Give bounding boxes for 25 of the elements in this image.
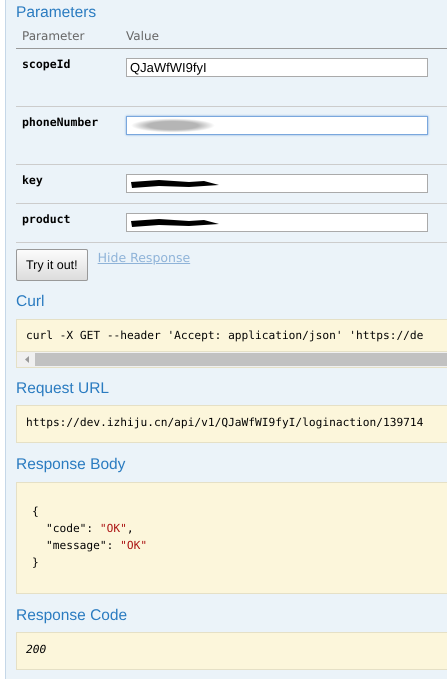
code-line: } <box>32 554 40 571</box>
scroll-left-icon <box>25 356 30 363</box>
parameter-name: product <box>22 210 72 228</box>
input-field[interactable] <box>126 212 428 232</box>
input-field[interactable]: QJaWfWI9fyI <box>126 58 428 77</box>
try-button[interactable]: Try it out! <box>16 248 88 282</box>
section-heading: Response Body <box>16 456 126 475</box>
section-heading: Response Code <box>16 606 128 626</box>
column-header: Value <box>126 28 159 45</box>
input-field[interactable] <box>126 174 428 193</box>
column-header: Parameter <box>22 28 86 45</box>
curl-command: curl -X GET --header 'Accept: application/json' 'https://de <box>25 328 424 344</box>
parameter-name: phoneNumber <box>22 114 100 131</box>
code-line: { <box>32 504 40 520</box>
input-field[interactable] <box>126 116 428 135</box>
section-heading: Request URL <box>16 380 110 398</box>
scrollbar-thumb[interactable] <box>35 352 447 366</box>
response-code: 200 <box>25 642 48 658</box>
parameter-name: key <box>22 172 44 189</box>
section-heading: Curl <box>16 293 46 312</box>
section-heading: Parameters <box>16 4 98 23</box>
code-line: "code": "OK", <box>45 520 135 537</box>
parameter-name: scopeId <box>22 56 72 73</box>
request-url: https://dev.izhiju.cn/api/v1/QJaWfWI9fyI/loginaction/139714 <box>25 415 424 432</box>
code-line: "message": "OK" <box>45 538 148 554</box>
